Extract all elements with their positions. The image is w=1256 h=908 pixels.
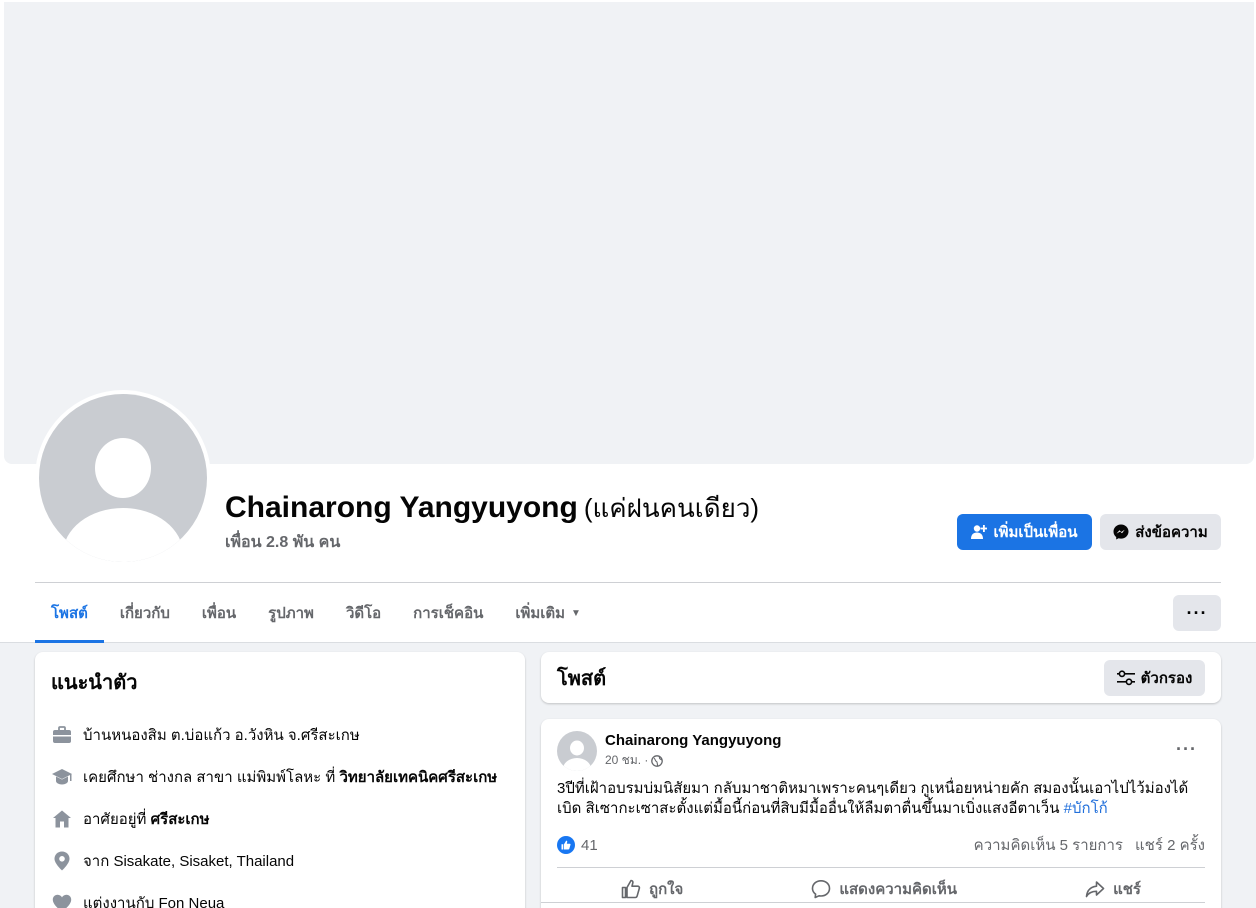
comment-button[interactable]: แสดงความคิดเห็น (811, 877, 957, 901)
intro-item-relationship: แต่งงานกับ Fon Neua (51, 882, 509, 908)
intro-item-workplace: บ้านหนองสิม ต.บ่อแก้ว อ.วังหิน จ.ศรีสะเก… (51, 714, 509, 756)
share-arrow-icon (1085, 880, 1105, 897)
tab-friends[interactable]: เพื่อน (186, 584, 252, 642)
graduation-cap-icon (51, 766, 73, 788)
tab-checkins[interactable]: การเช็คอิน (397, 584, 499, 642)
like-count: 41 (581, 836, 598, 854)
post-avatar[interactable] (557, 731, 597, 771)
intro-item-hometown: จาก Sisakate, Sisaket, Thailand (51, 840, 509, 882)
post-header: Chainarong Yangyuyong 20 ชม. · (557, 731, 1205, 771)
globe-icon (651, 754, 664, 767)
heart-icon (51, 892, 73, 908)
profile-picture[interactable] (35, 390, 211, 566)
tab-photos[interactable]: รูปภาพ (252, 584, 330, 642)
add-friend-button[interactable]: เพิ่มเป็นเพื่อน (957, 514, 1092, 550)
like-label: ถูกใจ (649, 880, 684, 898)
tab-posts[interactable]: โพสต์ (35, 584, 104, 643)
intro-relationship-text: แต่งงานกับ Fon Neua (83, 895, 225, 908)
location-pin-icon (51, 850, 73, 872)
intro-workplace-text: บ้านหนองสิม ต.บ่อแก้ว อ.วังหิน จ.ศรีสะเก… (83, 727, 360, 744)
share-button[interactable]: แชร์ (1085, 877, 1141, 901)
post-card: Chainarong Yangyuyong 20 ชม. · ··· 3ปีที… (541, 719, 1221, 908)
share-count[interactable]: แชร์ 2 ครั้ง (1135, 837, 1205, 854)
filter-sliders-icon (1116, 669, 1135, 685)
send-message-label: ส่งข้อความ (1135, 524, 1208, 541)
posts-header-card: โพสต์ ตัวกรอง (541, 652, 1221, 703)
reaction-count[interactable]: 41 (557, 836, 598, 854)
friends-count[interactable]: เพื่อน 2.8 พัน คน (225, 530, 340, 555)
messenger-icon (1113, 524, 1129, 540)
profile-name: Chainarong Yangyuyong (แค่ฝนคนเดียว) (225, 488, 759, 529)
post-text: 3ปีที่เฝ้าอบรมบ่มนิสัยมา กลับมาชาติหมาเพ… (557, 780, 1189, 817)
post-options-button[interactable]: ··· (1176, 739, 1197, 760)
like-button[interactable]: ถูกใจ (621, 877, 683, 901)
send-message-button[interactable]: ส่งข้อความ (1100, 514, 1221, 550)
post-stats: 41 ความคิดเห็น 5 รายการ แชร์ 2 ครั้ง (557, 833, 1205, 857)
post-stats-right: ความคิดเห็น 5 รายการ แชร์ 2 ครั้ง (962, 833, 1205, 857)
post-author-name[interactable]: Chainarong Yangyuyong (605, 732, 781, 749)
intro-item-residence: อาศัยอยู่ที่ ศรีสะเกษ (51, 798, 509, 840)
add-friend-icon (971, 525, 988, 539)
like-reaction-icon (557, 836, 575, 854)
intro-hometown-text: จาก Sisakate, Sisaket, Thailand (83, 853, 295, 870)
comment-label: แสดงความคิดเห็น (839, 880, 958, 898)
share-label: แชร์ (1113, 880, 1141, 898)
filter-button[interactable]: ตัวกรอง (1104, 659, 1205, 696)
intro-residence-text: อาศัยอยู่ที่ ศรีสะเกษ (83, 811, 210, 828)
caret-down-icon: ▼ (571, 607, 581, 619)
intro-card: แนะนำตัว บ้านหนองสิม ต.บ่อแก้ว อ.วังหิน … (35, 652, 525, 908)
home-icon (51, 808, 73, 830)
profile-tabs: โพสต์ เกี่ยวกับ เพื่อน รูปภาพ วิดีโอ การ… (35, 584, 597, 643)
add-friend-label: เพิ่มเป็นเพื่อน (993, 524, 1078, 541)
comment-bubble-icon (812, 879, 831, 898)
intro-education-school[interactable]: วิทยาลัยเทคนิคศรีสะเกษ (339, 769, 497, 786)
tab-more[interactable]: เพิ่มเติม ▼ (499, 584, 597, 642)
tab-videos[interactable]: วิดีโอ (330, 584, 397, 642)
comment-count[interactable]: ความคิดเห็น 5 รายการ (974, 837, 1123, 854)
post-timestamp[interactable]: 20 ชม. · (605, 751, 648, 770)
default-avatar-icon (39, 394, 207, 562)
post-meta: 20 ชม. · (605, 751, 781, 770)
intro-residence-city[interactable]: ศรีสะเกษ (151, 811, 210, 828)
post-hashtag[interactable]: #บักโก้ (1064, 800, 1108, 817)
more-options-button[interactable]: ··· (1173, 595, 1221, 631)
tab-about[interactable]: เกี่ยวกับ (104, 584, 186, 642)
briefcase-icon (51, 724, 73, 746)
intro-title: แนะนำตัว (51, 672, 138, 694)
posts-title: โพสต์ (557, 667, 607, 690)
header-divider (35, 582, 1221, 583)
intro-item-education: เคยศึกษา ช่างกล สาขา แม่พิมพ์โลหะ ที่ วิ… (51, 756, 509, 798)
profile-alt-name: (แค่ฝนคนเดียว) (583, 493, 760, 523)
filter-label: ตัวกรอง (1140, 669, 1193, 687)
profile-name-main: Chainarong Yangyuyong (225, 491, 578, 524)
profile-header: Chainarong Yangyuyong (แค่ฝนคนเดียว) เพื่… (0, 0, 1256, 643)
thumbs-up-icon (621, 879, 641, 898)
post-bottom-divider (541, 902, 1205, 903)
intro-education-text: เคยศึกษา ช่างกล สาขา แม่พิมพ์โลหะ ที่ วิ… (83, 769, 498, 786)
